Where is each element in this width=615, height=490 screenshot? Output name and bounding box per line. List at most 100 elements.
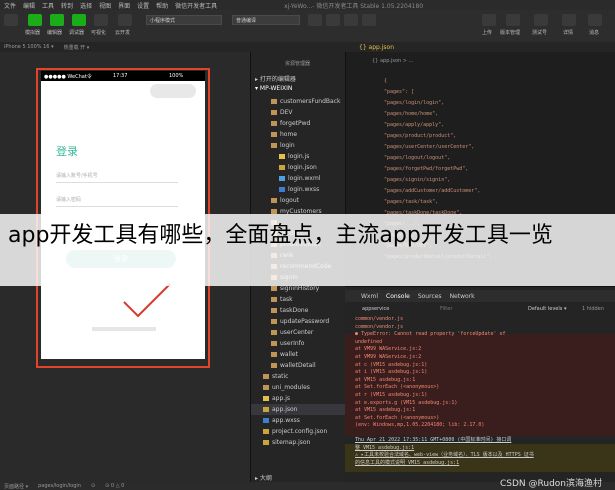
menu-help[interactable]: 帮助: [156, 1, 168, 10]
open-editors-section[interactable]: ▸ 打开的编辑器: [255, 74, 296, 83]
tree-item[interactable]: app.json: [251, 404, 346, 415]
preview-button[interactable]: [326, 14, 340, 26]
username-field[interactable]: 请输入账号/手机号: [56, 172, 178, 183]
menu-edit[interactable]: 编辑: [23, 1, 35, 10]
banner-title: app开发工具有哪些，全面盘点，主流app开发工具一览: [8, 223, 553, 248]
cloud-dev-button[interactable]: [118, 14, 132, 26]
console-filter[interactable]: Filter: [440, 306, 452, 312]
tree-item[interactable]: logout: [251, 195, 346, 206]
tree-item[interactable]: walletDetail: [251, 360, 346, 371]
console-line: at r (VM15 asdebug.js:1): [355, 392, 428, 398]
tree-item[interactable]: userInfo: [251, 338, 346, 349]
file-icon: [263, 396, 269, 401]
menu-tools[interactable]: 工具: [42, 1, 54, 10]
code-line: "pages/home/home",: [384, 111, 439, 117]
menu-file[interactable]: 文件: [4, 1, 16, 10]
test-account-button[interactable]: [534, 14, 548, 26]
page-path-select[interactable]: 页面路径 ▾: [4, 483, 28, 490]
tree-item[interactable]: project.config.json: [251, 426, 346, 437]
tree-item[interactable]: login.wxml: [251, 173, 346, 184]
tree-item-label: uni_modules: [272, 384, 310, 391]
console-line: at e.exports.g (VM15 asdebug.js:1): [355, 399, 458, 406]
user-avatar-icon[interactable]: [4, 14, 18, 26]
tree-item[interactable]: forgetPwd: [251, 118, 346, 129]
tree-item-label: task: [280, 296, 293, 303]
details-button[interactable]: [562, 14, 576, 26]
scene-icon[interactable]: ⊙: [91, 483, 95, 489]
tree-item-label: app.js: [272, 395, 290, 402]
compile-button[interactable]: [308, 14, 322, 26]
messages-button[interactable]: [588, 14, 602, 26]
folder-icon: [271, 308, 277, 313]
tree-item-label: forgetPwd: [280, 120, 311, 127]
tree-item-label: login.wxss: [288, 186, 320, 193]
capsule-menu-button[interactable]: [150, 84, 196, 98]
tree-item[interactable]: customersFundBack: [251, 96, 346, 107]
clear-cache-button[interactable]: [362, 14, 376, 26]
editor-tab-app-json[interactable]: {} app.json: [359, 44, 394, 51]
tree-item[interactable]: taskDone: [251, 305, 346, 316]
upload-label: 上传: [482, 30, 493, 36]
code-line: "pages/userCenter/userCenter",: [384, 144, 475, 150]
folder-icon: [271, 286, 277, 291]
menu-goto[interactable]: 转到: [61, 1, 73, 10]
outline-section[interactable]: ▸ 大纲: [255, 473, 272, 482]
menu-view[interactable]: 视图: [99, 1, 111, 10]
tree-item[interactable]: app.js: [251, 393, 346, 404]
simulator-toggle-button[interactable]: [28, 14, 42, 26]
tree-item-label: login.json: [288, 164, 317, 171]
hotreload-select[interactable]: 热重载 开 ▾: [64, 44, 90, 51]
devtools-tabs: Wxml Console Sources Network: [345, 290, 615, 302]
editor-toggle-button[interactable]: [50, 14, 64, 26]
tree-item[interactable]: uni_modules: [251, 382, 346, 393]
menu-devtools[interactable]: 微信开发者工具: [175, 1, 217, 10]
tree-item[interactable]: updatePassword: [251, 316, 346, 327]
debugger-toggle-button[interactable]: [72, 14, 86, 26]
real-debug-button[interactable]: [344, 14, 358, 26]
folder-icon: [271, 352, 277, 357]
tree-item[interactable]: home: [251, 129, 346, 140]
tree-item-label: project.config.json: [272, 428, 328, 435]
tab-wxml[interactable]: Wxml: [361, 293, 378, 300]
editor-tab-bar: {} app.json: [345, 42, 615, 52]
context-select[interactable]: appservice: [362, 306, 389, 312]
menu-interface[interactable]: 界面: [118, 1, 130, 10]
explorer-header: 资源管理器: [285, 61, 311, 67]
tree-item[interactable]: userCenter: [251, 327, 346, 338]
tree-item[interactable]: wallet: [251, 349, 346, 360]
tree-item[interactable]: login: [251, 140, 346, 151]
tree-item-label: DEV: [280, 109, 293, 116]
tab-console[interactable]: Console: [386, 293, 410, 300]
version-button[interactable]: [506, 14, 520, 26]
tree-item[interactable]: task: [251, 294, 346, 305]
menu-select[interactable]: 选择: [80, 1, 92, 10]
status-time: 17:37: [113, 73, 128, 79]
device-select[interactable]: iPhone 5 100% 16 ▾: [4, 44, 54, 50]
project-root[interactable]: ▾ MP-WEIXIN: [255, 85, 292, 92]
tree-item[interactable]: login.wxss: [251, 184, 346, 195]
levels-select[interactable]: Default levels ▾: [528, 306, 566, 312]
checkmark-icon: [123, 283, 171, 318]
tab-network[interactable]: Network: [450, 293, 475, 300]
visual-button[interactable]: [94, 14, 108, 26]
folder-icon: [271, 330, 277, 335]
tree-item[interactable]: app.wxss: [251, 415, 346, 426]
code-line: "pages/task/task",: [384, 199, 439, 205]
password-field[interactable]: 请输入密码: [56, 196, 178, 207]
mode-select[interactable]: 小程序模式: [146, 15, 222, 25]
tree-item[interactable]: DEV: [251, 107, 346, 118]
tree-item-label: wallet: [280, 351, 298, 358]
tree-item[interactable]: login.json: [251, 162, 346, 173]
menu-settings[interactable]: 设置: [137, 1, 149, 10]
tree-item-label: static: [272, 373, 289, 380]
tree-item[interactable]: static: [251, 371, 346, 382]
editor-breadcrumb: {} app.json > ...: [372, 58, 414, 64]
tree-item[interactable]: login.js: [251, 151, 346, 162]
issue-counts: ⊙ 0 △ 0: [105, 483, 125, 489]
tab-sources[interactable]: Sources: [418, 293, 442, 300]
file-icon: [263, 440, 269, 445]
tree-item[interactable]: sitemap.json: [251, 437, 346, 448]
compile-select[interactable]: 普通编译: [232, 15, 300, 25]
upload-button[interactable]: [482, 14, 496, 26]
console-line: at VM99 WAService.js:2: [355, 346, 422, 353]
